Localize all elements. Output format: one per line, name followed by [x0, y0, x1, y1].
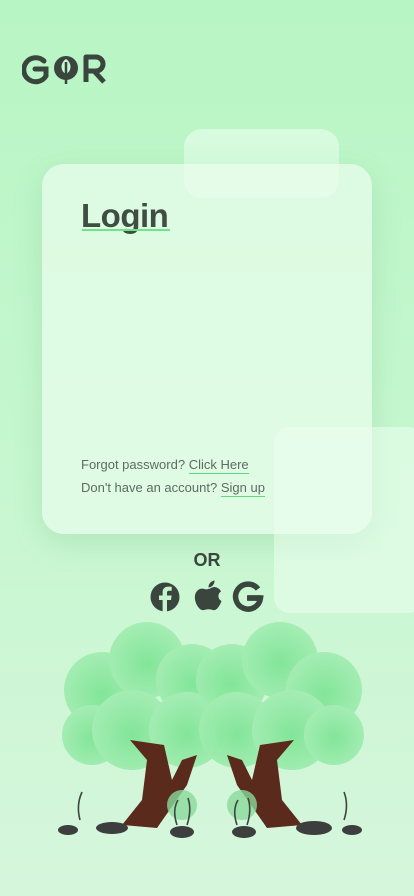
forgot-password-text: Forgot password?	[81, 457, 186, 472]
trees-illustration	[52, 620, 372, 850]
apple-icon	[194, 580, 222, 611]
title-underline	[82, 229, 170, 231]
google-icon	[232, 581, 264, 612]
signup-link[interactable]: Sign up	[220, 480, 265, 497]
facebook-login-button[interactable]	[150, 579, 182, 613]
google-login-button[interactable]	[232, 579, 264, 613]
signup-text: Don't have an account?	[81, 480, 218, 495]
app-logo	[22, 52, 108, 86]
forgot-password-link[interactable]: Click Here	[188, 457, 249, 474]
signup-row: Don't have an account? Sign up	[81, 480, 265, 497]
or-divider: OR	[193, 550, 221, 570]
decorative-glass-panel-right	[274, 427, 414, 613]
apple-login-button[interactable]	[192, 579, 224, 613]
forgot-password-row: Forgot password? Click Here	[81, 457, 249, 474]
facebook-icon	[150, 582, 180, 612]
